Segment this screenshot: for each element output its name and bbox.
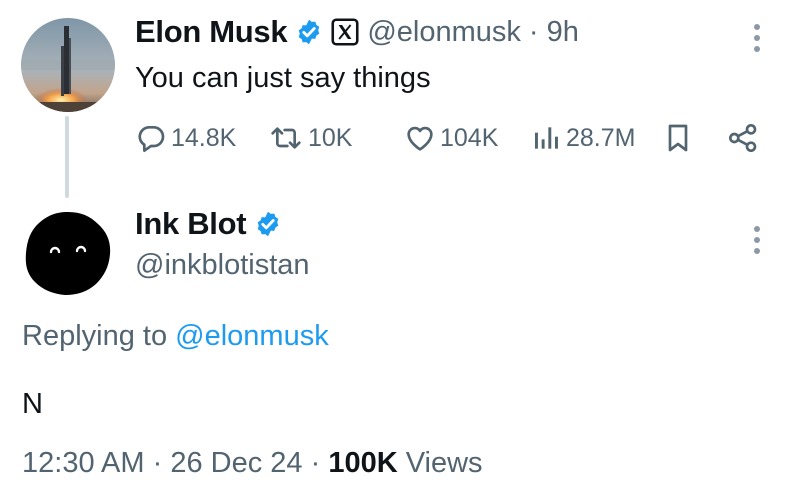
reply-text: N [22, 388, 43, 420]
header-separator: · [528, 15, 539, 48]
rocket-launch-image [21, 18, 115, 112]
more-options-icon[interactable] [752, 226, 762, 259]
reply-count: 14.8K [171, 123, 237, 152]
reply-time[interactable]: 12:30 AM [22, 447, 145, 479]
verified-badge-icon [257, 211, 279, 237]
share-icon [729, 124, 757, 152]
like-button[interactable]: 104K [404, 120, 498, 156]
replying-to-handle-link[interactable]: @elonmusk [175, 320, 329, 352]
like-icon [407, 126, 433, 151]
author-avatar[interactable] [21, 18, 115, 112]
reply-views-count[interactable]: 100K [328, 447, 397, 479]
reply-author-name[interactable]: Ink Blot [135, 206, 247, 242]
x-logo-badge-icon [331, 18, 359, 46]
tweet-time-ago[interactable]: 9h [547, 16, 579, 49]
ink-blot-image [25, 212, 111, 295]
repost-button[interactable]: 10K [268, 120, 352, 156]
reply-date[interactable]: 26 Dec 24 [170, 447, 302, 479]
repost-count: 10K [308, 123, 353, 152]
bookmark-button[interactable] [664, 120, 696, 156]
tweet-text: You can just say things [135, 62, 431, 94]
bookmark-icon [668, 124, 688, 152]
author-handle[interactable]: @elonmusk [367, 16, 521, 49]
views-button[interactable]: 28.7M [532, 120, 635, 156]
reply-author-handle[interactable]: @inkblotistan [135, 249, 310, 282]
repost-icon [271, 127, 301, 149]
reply-views-label: Views [405, 447, 483, 479]
tweet-header: Elon Musk @elonmusk · 9h [135, 14, 579, 50]
share-button[interactable] [726, 120, 764, 156]
views-icon [535, 127, 558, 149]
replying-to-label: Replying to @elonmusk [22, 320, 329, 353]
reply-button[interactable]: 14.8K [135, 120, 236, 156]
reply-meta: 12:30 AM · 26 Dec 24 · 100K Views [22, 447, 483, 480]
author-name[interactable]: Elon Musk [135, 14, 288, 50]
replying-to-prefix: Replying to [22, 320, 176, 352]
verified-badge-icon [299, 19, 320, 45]
views-count: 28.7M [566, 123, 636, 152]
reply-header: Ink Blot [135, 206, 282, 242]
meta-separator: · [152, 447, 163, 479]
meta-separator: · [310, 447, 321, 479]
thread-connector-line [65, 116, 69, 198]
reply-icon [138, 126, 165, 152]
more-options-icon[interactable] [752, 24, 762, 57]
like-count: 104K [440, 123, 499, 152]
reply-author-avatar[interactable] [21, 207, 115, 301]
